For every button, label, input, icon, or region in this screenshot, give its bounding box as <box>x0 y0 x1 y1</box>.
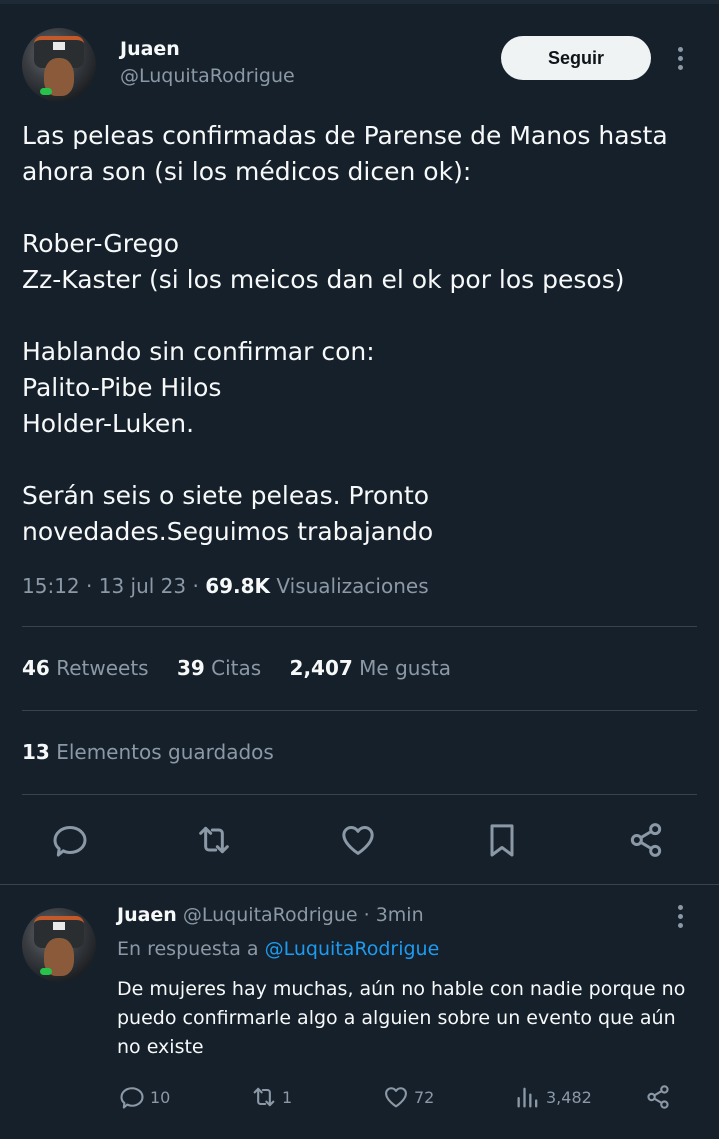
quotes-count: 39 <box>176 656 205 680</box>
retweets-label: Retweets <box>56 656 149 680</box>
views-label: Visualizaciones <box>276 574 429 598</box>
reply-icon <box>120 1087 144 1109</box>
likes-count: 2,407 <box>289 656 353 680</box>
avatar[interactable] <box>22 28 96 102</box>
replying-to-handle[interactable]: @LuquitaRodrigue <box>265 938 440 960</box>
author-name[interactable]: Juaen <box>120 38 180 60</box>
bookmarks-label: Elementos guardados <box>56 740 274 764</box>
reply-reply-count: 10 <box>150 1087 171 1107</box>
reply-share-button[interactable] <box>644 1083 676 1111</box>
tweet-line: Zz-Kaster (si los meicos dan el ok por l… <box>22 265 625 294</box>
divider <box>22 710 697 711</box>
retweets-count: 46 <box>22 656 50 680</box>
reply-time[interactable]: 3min <box>376 904 424 926</box>
section-divider <box>0 884 719 885</box>
likes-stat[interactable]: 2,407 Me gusta <box>290 656 451 680</box>
tweet-line: ahora son (si los médicos dicen ok): <box>22 157 472 186</box>
replying-to-prefix: En respuesta a <box>117 938 259 960</box>
author-handle[interactable]: @LuquitaRodrigue <box>120 65 295 87</box>
tweet-text: Las peleas confirmadas de Parense de Man… <box>22 118 692 550</box>
retweets-stat[interactable]: 46 Retweets <box>22 656 149 680</box>
tweet-date[interactable]: 13 jul 23 <box>99 574 186 598</box>
retweet-icon <box>253 1087 275 1107</box>
top-border <box>0 0 719 4</box>
reply-views-count: 3,482 <box>546 1087 592 1107</box>
bookmarks-count: 13 <box>22 740 50 764</box>
reply-reply-button[interactable]: 10 <box>118 1083 170 1111</box>
like-icon <box>385 1087 407 1108</box>
tweet-line: Rober-Grego <box>22 229 180 258</box>
tweet-line: Serán seis o siete peleas. Pronto <box>22 481 430 510</box>
bookmarks-stat[interactable]: 13 Elementos guardados <box>22 740 274 764</box>
tweet-line: Palito-Pibe Hilos <box>22 373 222 402</box>
views-count: 69.8K <box>205 574 271 598</box>
follow-button[interactable]: Seguir <box>501 36 651 80</box>
like-icon[interactable] <box>338 820 378 860</box>
reply-retweet-button[interactable]: 1 <box>250 1083 292 1111</box>
tweet-time[interactable]: 15:12 <box>22 574 80 598</box>
tweet-meta: 15:12 · 13 jul 23 · 69.8K Visualizacione… <box>22 574 429 598</box>
reply-retweet-count: 1 <box>282 1087 293 1107</box>
reply-avatar[interactable] <box>22 908 96 982</box>
reply-like-count: 72 <box>414 1087 435 1107</box>
quotes-label: Citas <box>211 656 262 680</box>
reply-icon[interactable] <box>50 820 90 860</box>
likes-label: Me gusta <box>359 656 451 680</box>
bookmark-icon[interactable] <box>482 820 522 860</box>
tweet-line: Holder-Luken. <box>22 409 195 438</box>
divider <box>22 626 697 627</box>
share-icon[interactable] <box>626 820 666 860</box>
retweet-icon[interactable] <box>194 820 234 860</box>
tweet-line: novedades.Seguimos trabajando <box>22 517 434 546</box>
reply-author-name[interactable]: Juaen <box>117 904 177 926</box>
tweet-line: Las peleas confirmadas de Parense de Man… <box>22 121 668 150</box>
engagement-stats: 46 Retweets 39 Citas 2,407 Me gusta <box>22 656 473 680</box>
reply-header: Juaen @LuquitaRodrigue · 3min <box>117 904 424 926</box>
reply-more-options-icon[interactable] <box>677 905 683 931</box>
tweet-line: Hablando sin confirmar con: <box>22 337 375 366</box>
quotes-stat[interactable]: 39 Citas <box>177 656 261 680</box>
views-icon <box>517 1087 538 1108</box>
share-icon <box>647 1085 669 1109</box>
reply-views-button[interactable]: 3,482 <box>514 1083 592 1111</box>
divider <box>22 794 697 795</box>
more-options-icon[interactable] <box>677 47 683 73</box>
replying-to: En respuesta a @LuquitaRodrigue <box>117 938 439 960</box>
reply-text: De mujeres hay muchas, aún no hable con … <box>117 978 686 1058</box>
reply-author-handle[interactable]: @LuquitaRodrigue <box>183 904 358 926</box>
reply-like-button[interactable]: 72 <box>382 1083 434 1111</box>
